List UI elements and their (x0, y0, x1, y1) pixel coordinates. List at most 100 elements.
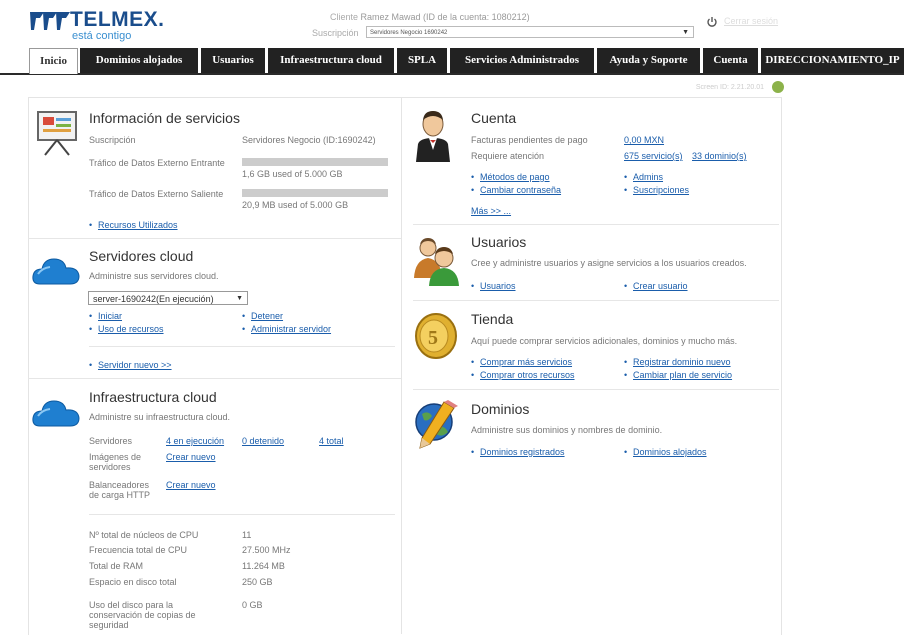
bullet: • (471, 281, 474, 291)
coin-icon: 5 (414, 312, 458, 360)
tab-spla[interactable]: SPLA (397, 48, 447, 73)
store-description: Aquí puede comprar servicios adicionales… (471, 336, 737, 346)
change-password-link[interactable]: Cambiar contraseña (480, 185, 561, 195)
resource-usage-link[interactable]: Uso de recursos (98, 324, 164, 334)
subscriptions-link[interactable]: Suscripciones (633, 185, 689, 195)
payment-methods-link[interactable]: Métodos de pago (480, 172, 550, 182)
cloud-servers-description: Administre sus servidores cloud. (89, 271, 219, 281)
tab-servicios-administrados[interactable]: Servicios Administrados (450, 48, 594, 73)
stop-server-link[interactable]: Detener (251, 311, 283, 321)
server-select[interactable]: server-1690242(En ejecución) ▼ (88, 291, 248, 305)
tab-ayuda-soporte[interactable]: Ayuda y Soporte (597, 48, 700, 73)
bullet: • (89, 360, 92, 370)
stat-value: 250 GB (242, 577, 273, 587)
section-separator (413, 224, 779, 225)
running-servers-link[interactable]: 4 en ejecución (166, 436, 224, 446)
admins-link[interactable]: Admins (633, 172, 663, 182)
logout-link[interactable]: Cerrar sesión (724, 16, 778, 26)
new-server-link[interactable]: Servidor nuevo >> (98, 360, 172, 370)
services-info-title: Información de servicios (89, 110, 240, 126)
attention-domains-link[interactable]: 33 dominio(s) (692, 151, 747, 161)
images-label-line2: servidores (89, 462, 131, 472)
pending-invoices-label: Facturas pendientes de pago (471, 135, 588, 145)
stopped-servers-link[interactable]: 0 detenido (242, 436, 284, 446)
users-description: Cree y administre usuarios y asigne serv… (471, 258, 747, 268)
tab-direccionamiento-ip[interactable]: DIRECCIONAMIENTO_IP (761, 48, 904, 73)
buy-services-link[interactable]: Comprar más servicios (480, 357, 572, 367)
register-domain-link[interactable]: Registrar dominio nuevo (633, 357, 731, 367)
bullet: • (471, 370, 474, 380)
attention-services-link[interactable]: 675 servicio(s) (624, 151, 683, 161)
subscription-label: Suscripción (312, 28, 359, 38)
section-separator (413, 300, 779, 301)
bullet: • (471, 172, 474, 182)
users-link[interactable]: Usuarios (480, 281, 516, 291)
bullet: • (624, 172, 627, 182)
telmex-logo-icon[interactable] (30, 8, 70, 32)
backup-value: 0 GB (242, 600, 263, 610)
column-divider (401, 97, 402, 634)
power-icon[interactable] (706, 16, 718, 28)
backup-label-line1: Uso del disco para la (89, 600, 173, 610)
bullet: • (624, 447, 627, 457)
tab-infraestructura-cloud[interactable]: Infraestructura cloud (268, 48, 394, 73)
images-label-line1: Imágenes de (89, 452, 141, 462)
section-separator (413, 389, 779, 390)
bullet: • (89, 324, 92, 334)
server-select-value: server-1690242(En ejecución) (93, 294, 214, 304)
cloud-icon (32, 254, 80, 286)
stat-label: Frecuencia total de CPU (89, 545, 187, 555)
users-title: Usuarios (471, 234, 526, 250)
total-servers-link[interactable]: 4 total (319, 436, 344, 446)
user-account-icon (414, 110, 452, 162)
cloud-infra-description: Administre su infraestructura cloud. (89, 412, 230, 422)
svg-text:5: 5 (428, 327, 438, 349)
logo-text[interactable]: TELMEX. (70, 8, 165, 32)
hosted-domains-link[interactable]: Dominios alojados (633, 447, 707, 457)
bullet: • (624, 357, 627, 367)
bullet: • (471, 185, 474, 195)
bullet: • (89, 311, 92, 321)
subscription-row-label: Suscripción (89, 135, 136, 145)
balancers-label-line2: de carga HTTP (89, 490, 150, 500)
client-value: Ramez Mawad (ID de la cuenta: 1080212) (361, 12, 530, 22)
create-balancer-link[interactable]: Crear nuevo (166, 480, 216, 490)
stat-value: 11.264 MB (242, 561, 285, 571)
bullet: • (242, 311, 245, 321)
tab-inicio[interactable]: Inicio (29, 48, 78, 74)
tab-usuarios[interactable]: Usuarios (201, 48, 265, 73)
main-nav: Inicio Dominios alojados Usuarios Infrae… (0, 48, 904, 75)
resources-used-link[interactable]: Recursos Utilizados (98, 220, 178, 230)
header: TELMEX. está contigo Cliente Ramez Mawad… (0, 0, 904, 48)
stat-label: Espacio en disco total (89, 577, 177, 587)
create-user-link[interactable]: Crear usuario (633, 281, 688, 291)
stat-label: Nº total de núcleos de CPU (89, 530, 198, 540)
outbound-traffic-bar (242, 189, 388, 197)
subscription-select[interactable]: Servidores Negocio 1690242 ▼ (366, 26, 694, 38)
manage-server-link[interactable]: Administrar servidor (251, 324, 331, 334)
inner-separator (89, 514, 395, 515)
registered-domains-link[interactable]: Dominios registrados (480, 447, 565, 457)
balancers-label-line1: Balanceadores (89, 480, 149, 490)
subscription-row-value: Servidores Negocio (ID:1690242) (242, 135, 376, 145)
stat-value: 11 (242, 530, 251, 540)
account-title: Cuenta (471, 110, 516, 126)
inbound-traffic-label: Tráfico de Datos Externo Entrante (89, 158, 225, 168)
buy-resources-link[interactable]: Comprar otros recursos (480, 370, 575, 380)
change-plan-link[interactable]: Cambiar plan de servicio (633, 370, 732, 380)
cloud-infra-title: Infraestructura cloud (89, 389, 217, 405)
bullet: • (624, 370, 627, 380)
domains-title: Dominios (471, 401, 529, 417)
more-link[interactable]: Más >> ... (471, 206, 511, 216)
section-separator (28, 238, 401, 239)
create-image-link[interactable]: Crear nuevo (166, 452, 216, 462)
tab-dominios-alojados[interactable]: Dominios alojados (80, 48, 198, 73)
pending-invoices-link[interactable]: 0,00 MXN (624, 135, 664, 145)
start-server-link[interactable]: Iniciar (98, 311, 122, 321)
screen-id: Screen ID: 2.21.20.01 (696, 84, 764, 91)
bullet: • (471, 357, 474, 367)
refresh-icon[interactable] (772, 81, 784, 93)
logo-tagline: está contigo (72, 30, 131, 42)
cloud-servers-title: Servidores cloud (89, 248, 193, 264)
tab-cuenta[interactable]: Cuenta (703, 48, 758, 73)
